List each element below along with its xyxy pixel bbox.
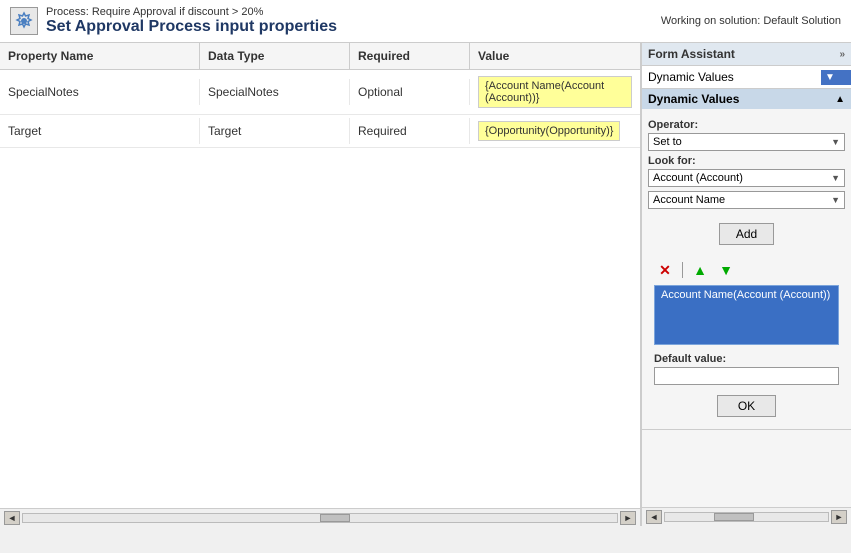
look-for-value: Account (Account) (653, 172, 743, 184)
cell-property-2: Target (0, 118, 200, 144)
bottom-scrollbar[interactable]: ◄ ► (0, 508, 640, 526)
cell-datatype-2: Target (200, 118, 350, 144)
form-assistant-header: Form Assistant » (642, 43, 851, 66)
chevron-down-icon: ▼ (825, 72, 835, 83)
operator-chevron-icon: ▼ (831, 137, 840, 147)
scroll-thumb (320, 514, 350, 522)
value-tag-2[interactable]: {Opportunity(Opportunity)} (478, 121, 620, 141)
collapse-icon[interactable]: ▲ (835, 94, 845, 105)
cell-required-2: Required (350, 118, 470, 144)
operator-value: Set to (653, 136, 682, 148)
cell-property-1: SpecialNotes (0, 79, 200, 105)
form-assistant-title: Form Assistant (648, 47, 735, 61)
scroll-right-arrow[interactable]: ► (620, 511, 636, 525)
operator-select[interactable]: Set to ▼ (648, 133, 845, 151)
dv-section-title: Dynamic Values (648, 92, 739, 106)
field-value: Account Name (653, 194, 725, 206)
top-bar: Process: Require Approval if discount > … (0, 0, 851, 43)
cell-required-1: Optional (350, 79, 470, 105)
cell-value-2[interactable]: {Opportunity(Opportunity)} (470, 115, 640, 147)
col-header-property: Property Name (0, 43, 200, 69)
right-scroll-left-arrow[interactable]: ◄ (646, 510, 662, 524)
process-icon (10, 7, 38, 35)
delete-icon[interactable]: ✕ (654, 259, 676, 281)
add-button[interactable]: Add (719, 223, 774, 245)
col-header-datatype: Data Type (200, 43, 350, 69)
selected-items-box: Account Name(Account (Account)) (654, 285, 839, 345)
dynamic-values-label: Dynamic Values (642, 66, 821, 88)
ok-button[interactable]: OK (717, 395, 776, 417)
right-scroll-right-arrow[interactable]: ► (831, 510, 847, 524)
value-tag-1[interactable]: {Account Name(Account (Account))} (478, 76, 632, 108)
dynamic-values-dropdown[interactable]: ▼ (821, 70, 851, 85)
look-for-chevron-icon: ▼ (831, 173, 840, 183)
default-value-label: Default value: (654, 353, 839, 365)
cell-value-1[interactable]: {Account Name(Account (Account))} (470, 70, 640, 114)
move-down-icon[interactable]: ▼ (715, 259, 737, 281)
selected-item[interactable]: Account Name(Account (Account)) (655, 286, 838, 304)
field-chevron-icon: ▼ (831, 195, 840, 205)
chevron-right-icon[interactable]: » (839, 49, 845, 60)
field-select[interactable]: Account Name ▼ (648, 191, 845, 209)
table-row: SpecialNotes SpecialNotes Optional {Acco… (0, 70, 640, 115)
right-bottom-scrollbar[interactable]: ◄ ► (642, 507, 851, 526)
scroll-left-arrow[interactable]: ◄ (4, 511, 20, 525)
col-header-value: Value (470, 43, 640, 69)
right-scroll-track (664, 512, 829, 522)
look-for-label: Look for: (648, 155, 845, 167)
process-subtitle: Process: Require Approval if discount > … (46, 6, 337, 18)
working-on-label: Working on solution: Default Solution (661, 15, 841, 27)
move-up-icon[interactable]: ▲ (689, 259, 711, 281)
scroll-track (22, 513, 618, 523)
page-title: Set Approval Process input properties (46, 18, 337, 36)
right-scroll-thumb (714, 513, 754, 521)
table-row: Target Target Required {Opportunity(Oppo… (0, 115, 640, 148)
default-value-input[interactable] (654, 367, 839, 385)
cell-datatype-1: SpecialNotes (200, 79, 350, 105)
col-header-required: Required (350, 43, 470, 69)
look-for-select[interactable]: Account (Account) ▼ (648, 169, 845, 187)
operator-label: Operator: (648, 119, 845, 131)
